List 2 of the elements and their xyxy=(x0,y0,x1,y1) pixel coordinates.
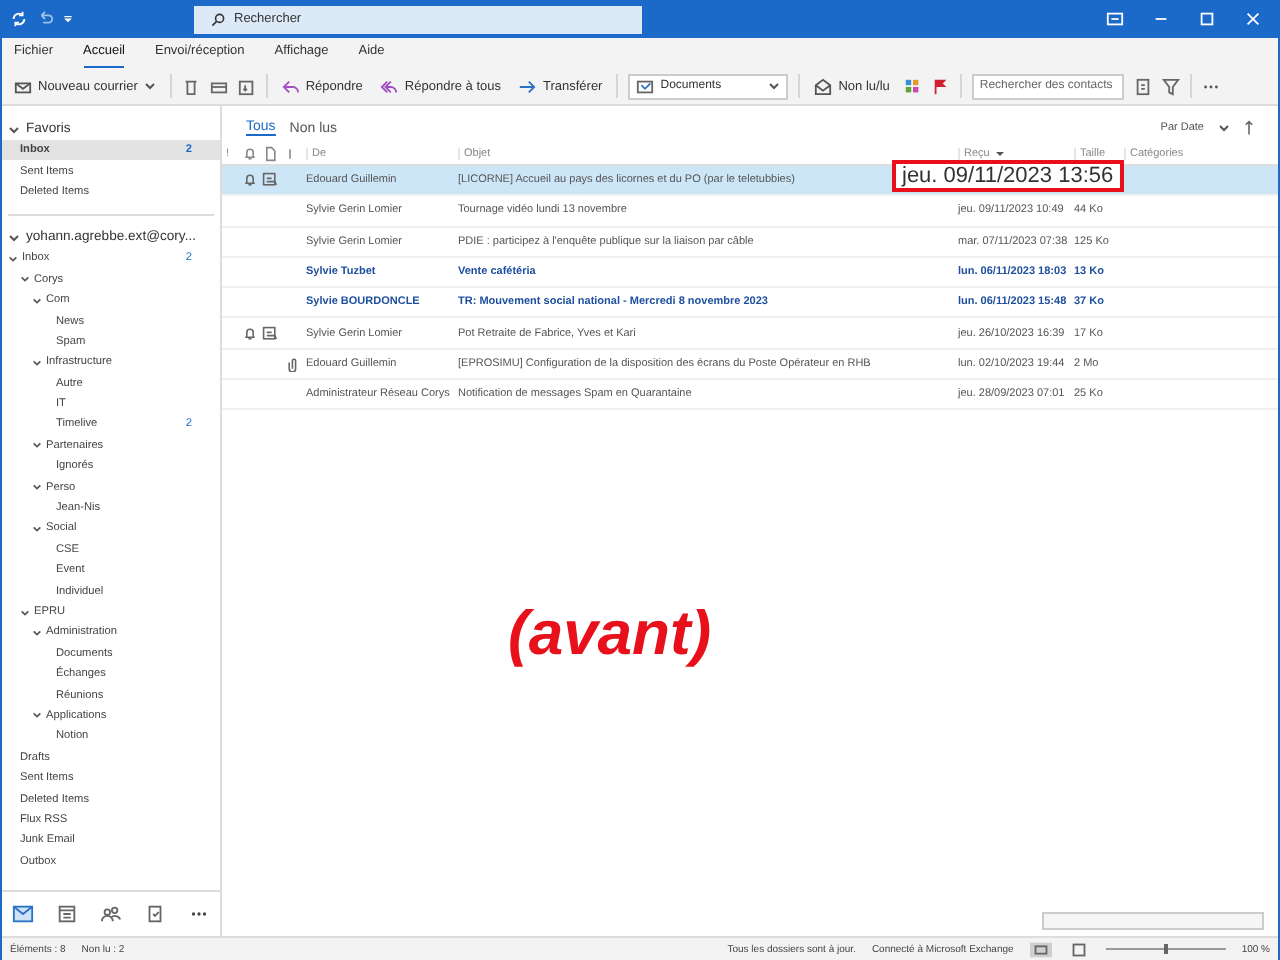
highlighted-date-tooltip: jeu. 09/11/2023 13:56 xyxy=(892,160,1124,192)
before-caption: (avant) xyxy=(508,598,712,670)
